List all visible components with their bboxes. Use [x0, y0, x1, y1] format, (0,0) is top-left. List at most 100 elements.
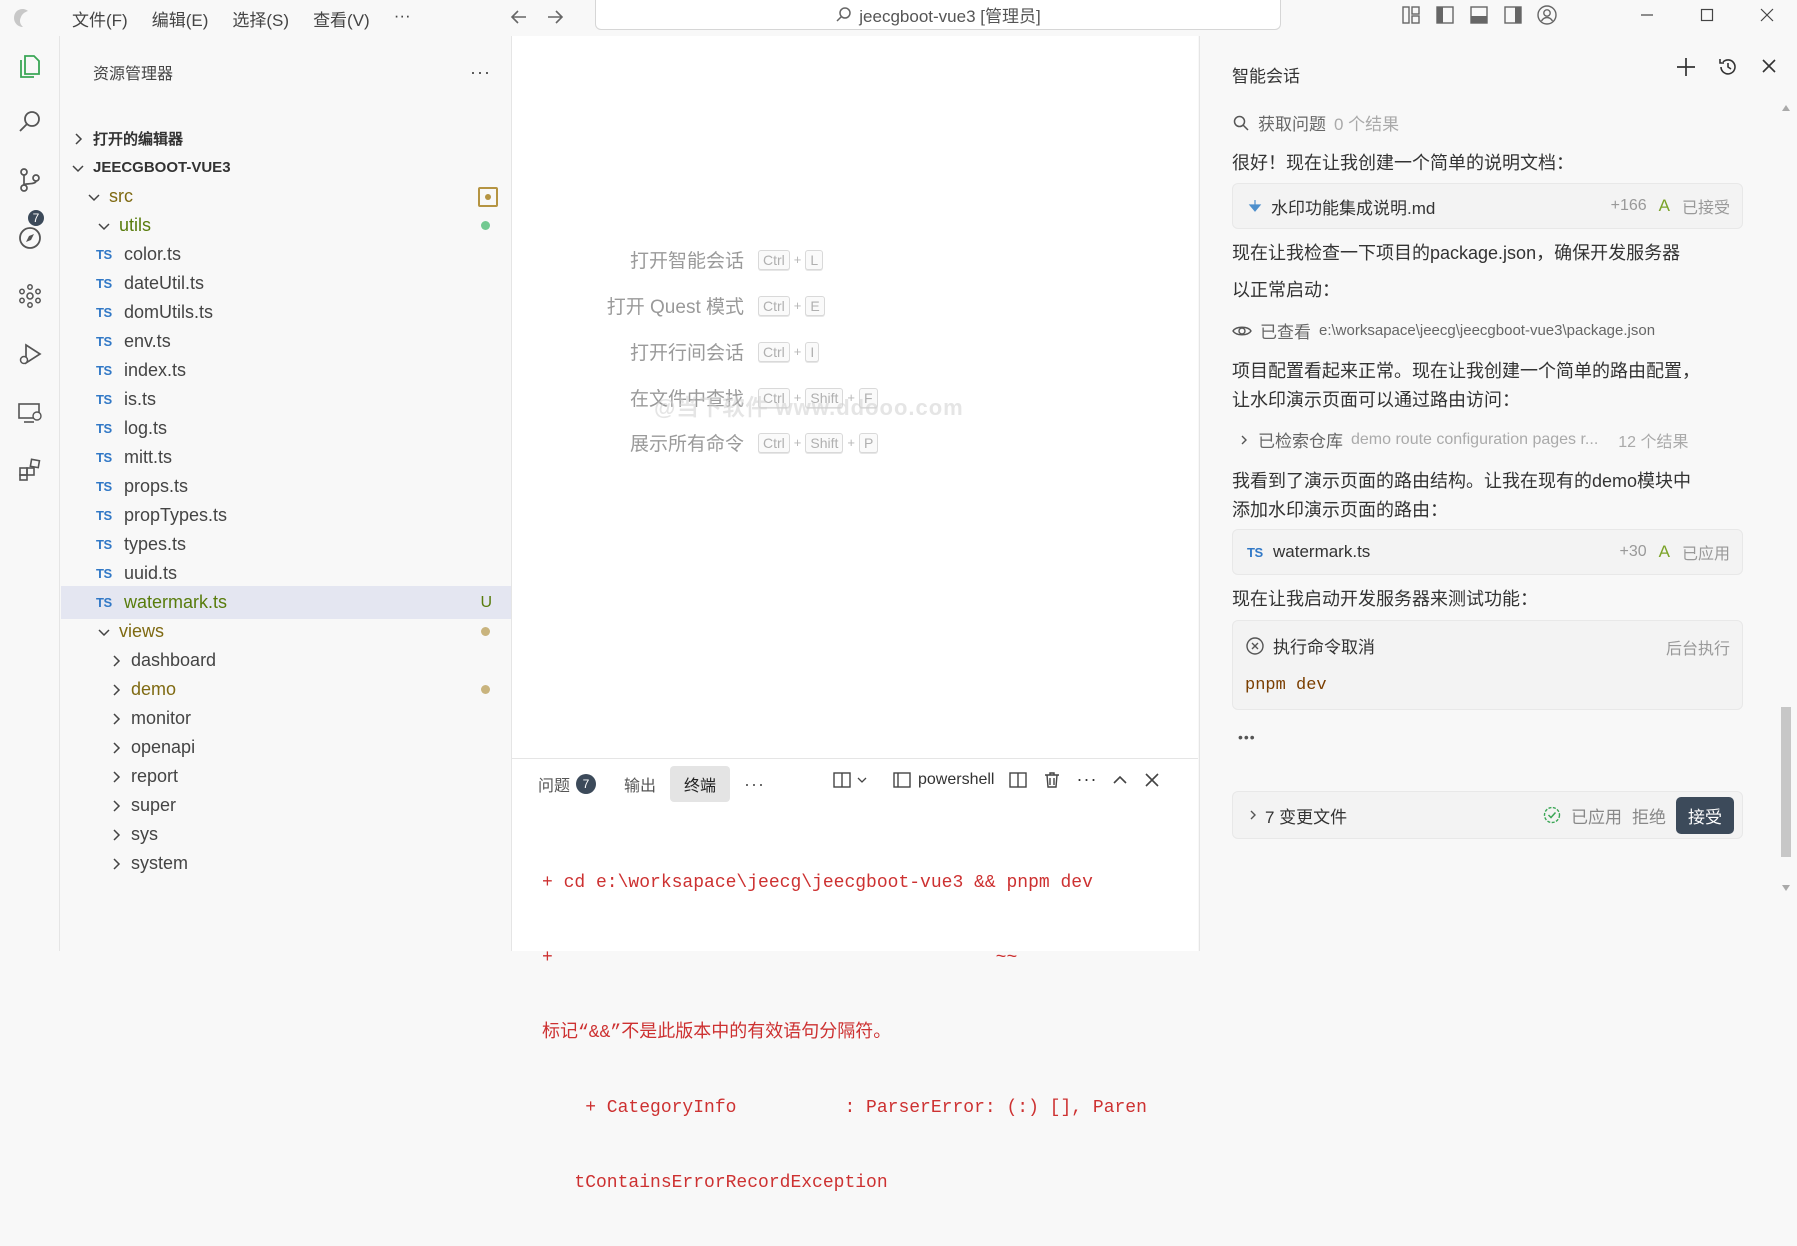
menu-file[interactable]: 文件(F) [60, 6, 140, 31]
compass-icon[interactable] [14, 222, 46, 254]
searched-repo-step[interactable]: 已检索仓库 demo route configuration pages r..… [1232, 427, 1689, 452]
new-terminal-split-icon[interactable] [832, 770, 868, 790]
git-status-untracked: U [480, 593, 492, 611]
close-panel-icon[interactable] [1143, 771, 1161, 789]
shortcut-hint: 打开智能会话 Ctrl + L [564, 246, 826, 273]
added-letter: A [1658, 542, 1670, 561]
search-icon[interactable] [14, 106, 46, 138]
explorer-files-icon[interactable] [14, 50, 46, 82]
account-icon[interactable] [1536, 4, 1558, 26]
customize-layout-icon[interactable] [1400, 4, 1422, 26]
key-plus: + [793, 435, 802, 450]
eye-icon [1232, 321, 1252, 341]
file-name: log.ts [124, 418, 168, 438]
run-debug-icon[interactable] [14, 338, 46, 370]
typescript-file-icon: TS [96, 421, 112, 436]
changed-files-label: 7 变更文件 [1265, 807, 1348, 827]
panel-actions-more[interactable]: ··· [1076, 769, 1097, 790]
viewed-file-step[interactable]: 已查看 e:\worksapace\jeecg\jeecgboot-vue3\p… [1232, 318, 1655, 343]
file-change-card[interactable]: 水印功能集成说明.md +166 A 已接受 [1232, 183, 1743, 229]
minimize-button[interactable] [1617, 0, 1677, 30]
maximize-button[interactable] [1677, 0, 1737, 30]
reject-button[interactable]: 拒绝 [1632, 803, 1666, 828]
menu-selection[interactable]: 选择(S) [220, 6, 301, 31]
panel-more-button[interactable]: ··· [730, 768, 779, 801]
forward-arrow-icon[interactable] [544, 6, 566, 28]
file-name: uuid.ts [124, 563, 178, 583]
split-terminal-icon[interactable] [1008, 770, 1028, 790]
chat-message: 项目配置看起来正常。现在让我创建一个简单的路由配置， [1232, 361, 1700, 381]
chat-title: 智能会话 [1232, 67, 1300, 86]
key-cap: L [805, 249, 824, 270]
folder-label: utils [119, 215, 152, 235]
explorer-sidebar: 资源管理器 ··· 打开的编辑器 JEECGBOOT-VUE3 src util… [61, 36, 512, 951]
close-chat-icon[interactable] [1759, 56, 1779, 78]
menu-more[interactable]: ··· [382, 6, 423, 31]
chat-message: 很好！现在让我创建一个简单的说明文档： [1232, 153, 1574, 173]
chat-message: 现在让我启动开发服务器来测试功能： [1232, 589, 1538, 609]
chat-message: 以正常启动： [1232, 280, 1340, 300]
run-in-background-button[interactable]: 后台执行 [1666, 635, 1730, 659]
back-arrow-icon[interactable] [508, 6, 530, 28]
history-icon[interactable] [1717, 56, 1739, 78]
chevron-right-icon [107, 855, 125, 873]
key-cap: Ctrl [758, 341, 790, 362]
chat-scrollbar[interactable] [1777, 103, 1795, 893]
open-editors-label: 打开的编辑器 [93, 131, 184, 148]
extensions-icon[interactable] [14, 454, 46, 486]
chevron-right-icon [69, 130, 87, 148]
search-icon [835, 6, 853, 24]
tab-label: 问题 [538, 778, 571, 795]
key-cap: Shift [805, 432, 844, 453]
typescript-file-icon: TS [96, 363, 112, 378]
menu-edit[interactable]: 编辑(E) [140, 6, 221, 31]
trash-icon[interactable] [1042, 770, 1062, 790]
folder-label: sys [131, 824, 158, 844]
toggle-panel-icon[interactable] [1468, 4, 1490, 26]
folder-label: monitor [131, 708, 192, 728]
menu-view[interactable]: 查看(V) [301, 6, 382, 31]
chevron-right-icon [107, 768, 125, 786]
accept-button[interactable]: 接受 [1676, 796, 1734, 834]
typescript-file-icon: TS [96, 305, 112, 320]
project-name: JEECGBOOT-VUE3 [93, 159, 231, 176]
chat-message: 我看到了演示页面的路由结构。让我在现有的demo模块中 [1232, 471, 1692, 491]
maximize-panel-icon[interactable] [1111, 771, 1129, 789]
typescript-file-icon: TS [96, 479, 112, 494]
extensions-graph-icon[interactable] [14, 280, 46, 312]
close-window-button[interactable] [1737, 0, 1797, 30]
folder-item[interactable]: system [61, 847, 511, 880]
step-label: 已检索仓库 [1258, 432, 1343, 451]
toggle-primary-sidebar-icon[interactable] [1434, 4, 1456, 26]
terminal-line: + CategoryInfo : ParserError: (:) [], Pa… [542, 1098, 1147, 1118]
explorer-more-button[interactable]: ··· [470, 62, 491, 83]
remote-explorer-icon[interactable] [14, 396, 46, 428]
command-center-search[interactable]: jeecgboot-vue3 [管理员] [595, 0, 1281, 30]
tab-terminal[interactable]: 终端 [670, 766, 731, 802]
applied-label: 已应用 [1571, 807, 1622, 827]
file-change-card[interactable]: TS watermark.ts +30 A 已应用 [1232, 529, 1743, 575]
tab-output[interactable]: 输出 [610, 766, 670, 802]
terminal-shell-selector[interactable]: powershell [892, 770, 994, 790]
diff-count: +30 [1619, 543, 1647, 560]
toggle-secondary-sidebar-icon[interactable] [1502, 4, 1524, 26]
hint-label: 打开行间会话 [629, 343, 744, 364]
new-chat-icon[interactable] [1675, 56, 1697, 78]
chevron-right-icon [107, 681, 125, 699]
changed-files-bar[interactable]: 7 变更文件 已应用 拒绝 接受 [1232, 791, 1743, 839]
chat-sidebar: 智能会话 获取问题 0 个结果 很好！现在让我创建一个简单的说明文档： 水印功能… [1199, 36, 1797, 951]
source-control-icon[interactable] [14, 164, 46, 196]
search-issues-step: 获取问题 0 个结果 [1232, 110, 1399, 135]
terminal-output[interactable]: + cd e:\worksapace\jeecg\jeecgboot-vue3 … [542, 821, 1147, 1246]
editor-area[interactable]: 打开智能会话 Ctrl + L 打开 Quest 模式 Ctrl + E 打开行间会话 Ctrl +… [512, 36, 1198, 758]
watermark-overlay: @当下软件 www.ddooo.com [654, 395, 964, 420]
chevron-right-icon [1247, 809, 1259, 821]
chat-message: 现在让我检查一下项目的package.json，确保开发服务器 [1232, 243, 1681, 263]
command-code: pnpm dev [1245, 676, 1327, 695]
folder-label: system [131, 853, 189, 873]
key-cap: Ctrl [758, 249, 790, 270]
hint-label: 打开 Quest 模式 [606, 297, 744, 318]
bottom-panel: 问题 7 输出 终端 ··· powershell ··· + cd e:\wo… [512, 758, 1198, 1193]
tab-problems[interactable]: 问题 7 [524, 766, 610, 802]
folder-status-dot [481, 221, 490, 230]
